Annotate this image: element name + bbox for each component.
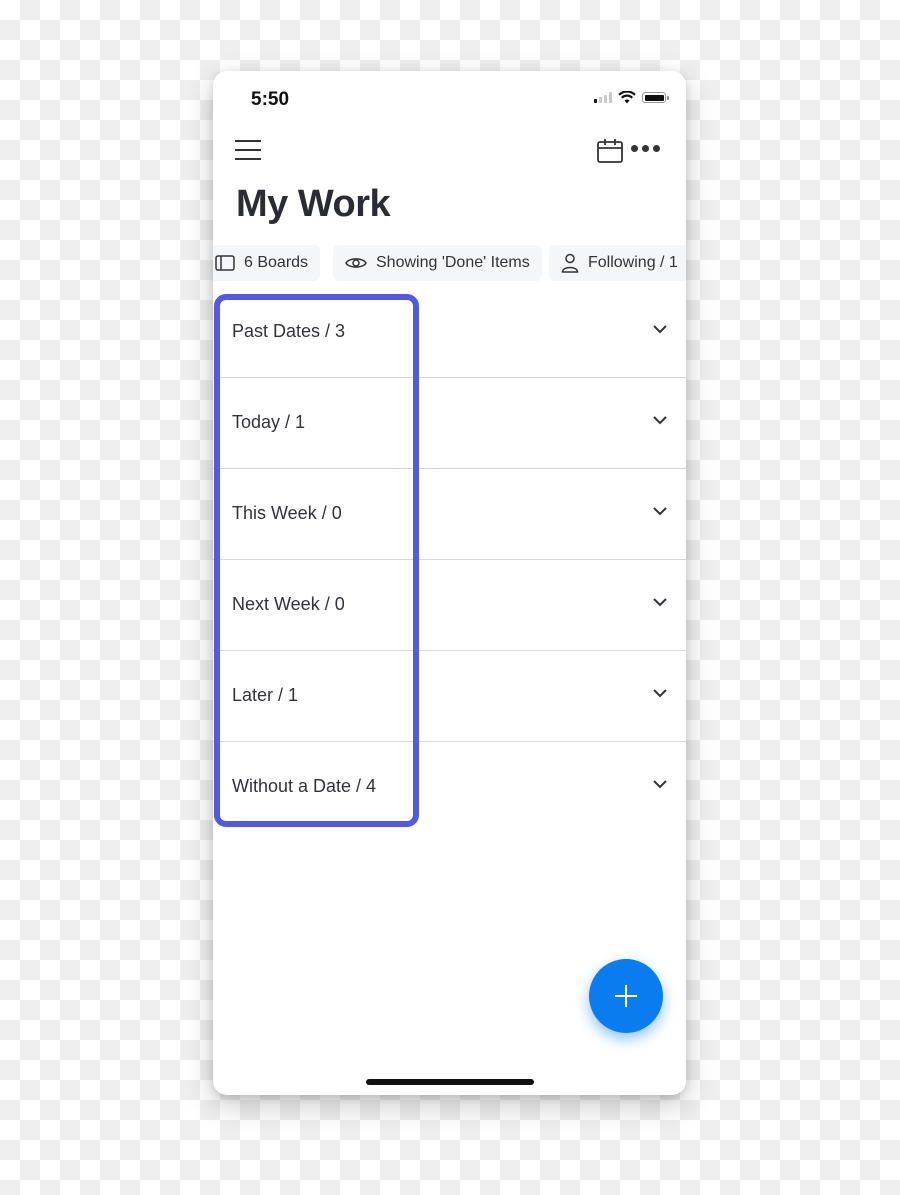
- boards-filter-chip[interactable]: 6 Boards: [213, 245, 321, 281]
- group-row-without-date[interactable]: Without a Date / 4: [213, 742, 686, 833]
- board-icon: [215, 255, 235, 271]
- status-time: 5:50: [251, 89, 290, 110]
- chip-label: 6 Boards: [244, 254, 309, 271]
- group-row-this-week[interactable]: This Week / 0: [213, 469, 686, 560]
- chip-label: Following / 1: [588, 254, 678, 271]
- chevron-down-icon[interactable]: [652, 688, 668, 698]
- calendar-icon: [597, 139, 623, 163]
- chevron-down-icon[interactable]: [652, 506, 668, 516]
- group-label: Later / 1: [232, 685, 299, 705]
- add-item-button[interactable]: [589, 959, 663, 1033]
- group-label: Past Dates / 3: [232, 321, 346, 341]
- following-filter-chip[interactable]: Following / 1: [549, 245, 686, 281]
- calendar-button[interactable]: [596, 137, 624, 170]
- group-label: Next Week / 0: [232, 594, 345, 614]
- group-row-later[interactable]: Later / 1: [213, 651, 686, 742]
- chevron-down-icon[interactable]: [652, 597, 668, 607]
- group-label: Today / 1: [232, 412, 306, 432]
- group-row-next-week[interactable]: Next Week / 0: [213, 560, 686, 651]
- plus-icon: [615, 985, 637, 1007]
- chevron-down-icon[interactable]: [652, 779, 668, 789]
- wifi-icon: [618, 91, 636, 104]
- home-indicator: [366, 1079, 534, 1085]
- more-options-button[interactable]: [631, 141, 660, 156]
- chevron-down-icon[interactable]: [652, 415, 668, 425]
- filter-chips: 6 Boards Showing 'Done' Items Following …: [213, 245, 686, 281]
- group-row-today[interactable]: Today / 1: [213, 378, 686, 469]
- status-icons: [594, 91, 669, 104]
- group-list: Past Dates / 3 Today / 1 This Week / 0 N…: [213, 287, 686, 833]
- page-title: My Work: [236, 183, 391, 225]
- group-label: This Week / 0: [232, 503, 342, 523]
- group-row-past-dates[interactable]: Past Dates / 3: [213, 287, 686, 378]
- menu-button[interactable]: [235, 140, 261, 162]
- person-icon: [561, 253, 579, 273]
- phone-screen: 5:50 My Work 6 Boards Showing 'Done' Ite…: [213, 71, 686, 1095]
- signal-icon: [594, 92, 612, 103]
- done-items-filter-chip[interactable]: Showing 'Done' Items: [333, 245, 542, 281]
- eye-icon: [345, 258, 367, 268]
- chip-label: Showing 'Done' Items: [376, 254, 530, 271]
- group-label: Without a Date / 4: [232, 776, 377, 796]
- battery-icon: [642, 92, 669, 103]
- chevron-down-icon[interactable]: [652, 324, 668, 334]
